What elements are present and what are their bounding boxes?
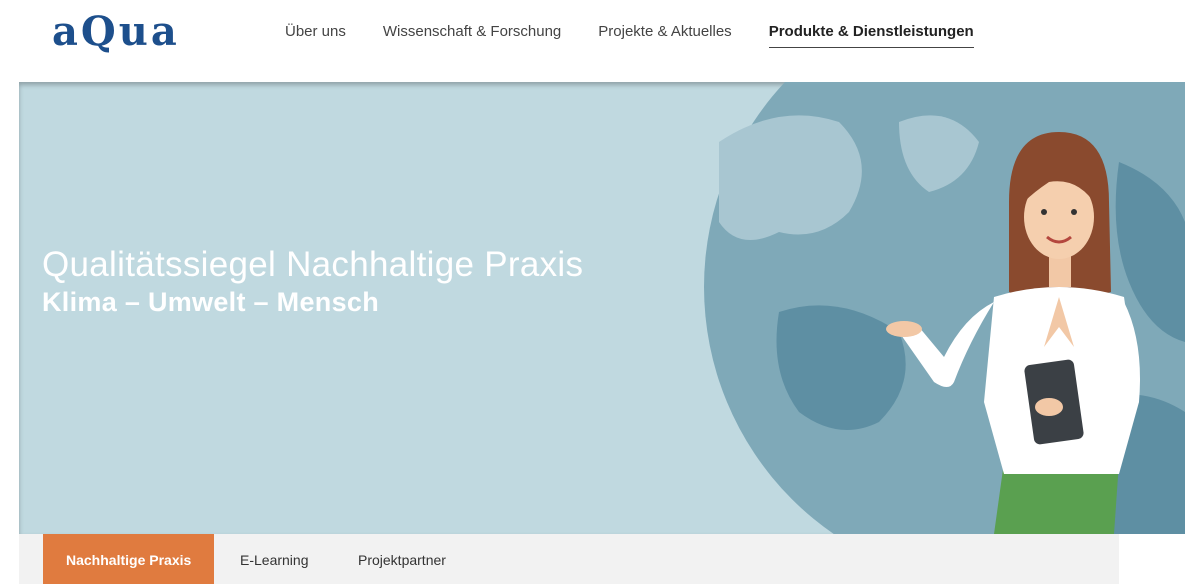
sub-nav: Nachhaltige Praxis E-Learning Projektpar… (19, 534, 1119, 584)
nav-item-wissenschaft[interactable]: Wissenschaft & Forschung (383, 23, 561, 48)
site-header: aQua Über uns Wissenschaft & Forschung P… (0, 0, 1187, 82)
nav-item-ueber-uns[interactable]: Über uns (285, 23, 346, 48)
logo[interactable]: aQua (52, 6, 180, 58)
hero-banner: Qualitätssiegel Nachhaltige Praxis Klima… (19, 82, 1185, 534)
nav-item-projekte[interactable]: Projekte & Aktuelles (598, 23, 731, 48)
subnav-item-e-learning[interactable]: E-Learning (240, 534, 309, 584)
hero-title: Qualitätssiegel Nachhaltige Praxis (42, 245, 584, 284)
hero-subtitle: Klima – Umwelt – Mensch (42, 287, 380, 317)
nav-item-produkte[interactable]: Produkte & Dienstleistungen (768, 23, 974, 48)
subnav-item-projektpartner[interactable]: Projektpartner (358, 534, 446, 584)
subnav-item-nachhaltige-praxis[interactable]: Nachhaltige Praxis (43, 534, 215, 584)
main-nav: Über uns Wissenschaft & Forschung Projek… (285, 23, 1011, 48)
